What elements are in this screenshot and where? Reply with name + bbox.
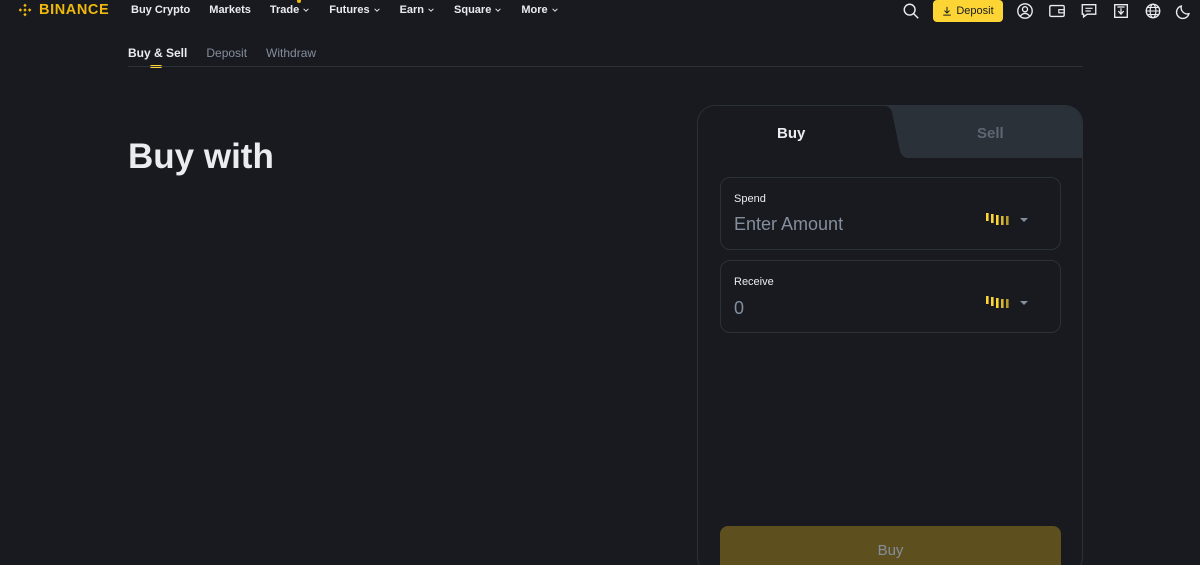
- brand-name: BINANCE: [39, 2, 110, 18]
- search-icon[interactable]: [902, 2, 920, 20]
- deposit-label: Deposit: [956, 5, 994, 17]
- nav-futures[interactable]: Futures: [329, 4, 380, 16]
- new-indicator-dot: [296, 0, 301, 3]
- globe-icon[interactable]: [1144, 2, 1162, 20]
- nav-trade[interactable]: Trade: [269, 0, 310, 16]
- nav-label: More: [521, 4, 548, 16]
- loading-spinner-icon: [986, 296, 1009, 308]
- tab-withdraw[interactable]: Withdraw: [266, 46, 316, 60]
- nav-markets[interactable]: Markets: [209, 4, 251, 16]
- chevron-down-icon: [551, 8, 558, 12]
- nav-label: Earn: [399, 4, 425, 16]
- buy-submit-label: Buy: [877, 541, 904, 559]
- tab-label: Deposit: [206, 46, 248, 60]
- page-title: Buy with: [128, 137, 274, 176]
- chevron-down-icon: [428, 8, 434, 12]
- buy-sell-card: Buy Sell Spend Receive 0 Buy: [697, 105, 1083, 565]
- main-menu: Buy Crypto Markets Trade Futures Earn Sq…: [131, 0, 578, 16]
- moon-icon[interactable]: [1175, 2, 1193, 20]
- nav-more[interactable]: More: [521, 4, 558, 16]
- receive-amount-value: 0: [734, 298, 745, 318]
- chevron-down-icon: [303, 8, 309, 12]
- spend-label: Spend: [734, 193, 766, 205]
- nav-label: Buy Crypto: [131, 4, 191, 16]
- receive-label: Receive: [734, 276, 774, 288]
- receive-field: Receive 0: [720, 260, 1061, 333]
- subtabs-divider: [128, 66, 1083, 67]
- tab-buy-and-sell[interactable]: Buy & Sell: [128, 46, 188, 68]
- nav-square[interactable]: Square: [454, 4, 502, 16]
- buy-submit-button[interactable]: Buy: [720, 526, 1061, 565]
- binance-logo[interactable]: BINANCE: [16, 1, 109, 19]
- buy-tab[interactable]: Buy: [777, 125, 805, 142]
- sell-tab[interactable]: Sell: [977, 125, 1004, 142]
- tab-deposit[interactable]: Deposit: [206, 46, 247, 60]
- download-icon: [943, 6, 952, 16]
- loading-spinner-icon: [986, 213, 1009, 225]
- chevron-down-icon: [373, 8, 380, 12]
- spend-amount-input[interactable]: [734, 214, 964, 235]
- upload-icon[interactable]: [1112, 2, 1130, 20]
- binance-logo-icon: [18, 3, 32, 17]
- wallet-icon[interactable]: [1048, 2, 1066, 20]
- user-icon[interactable]: [1016, 2, 1034, 20]
- nav-label: Trade: [269, 4, 300, 16]
- message-icon[interactable]: [1080, 2, 1098, 20]
- deposit-button[interactable]: Deposit: [933, 0, 1003, 22]
- nav-label: Markets: [209, 4, 251, 16]
- nav-earn[interactable]: Earn: [400, 4, 435, 16]
- currency-dropdown-icon[interactable]: [1019, 300, 1029, 306]
- tab-label: Withdraw: [266, 46, 317, 60]
- chevron-down-icon: [495, 8, 502, 12]
- tab-label: Buy & Sell: [128, 46, 188, 60]
- nav-label: Futures: [329, 4, 370, 16]
- currency-dropdown-icon[interactable]: [1019, 217, 1029, 223]
- buy-sell-toggle: Buy Sell: [698, 106, 1082, 159]
- spend-field: Spend: [720, 177, 1061, 250]
- nav-label: Square: [454, 4, 492, 16]
- nav-buy-crypto[interactable]: Buy Crypto: [131, 4, 190, 16]
- sub-navigation-tabs: Buy & Sell Deposit Withdraw: [128, 46, 316, 68]
- top-navigation: BINANCE Buy Crypto Markets Trade Futures…: [0, 0, 1200, 22]
